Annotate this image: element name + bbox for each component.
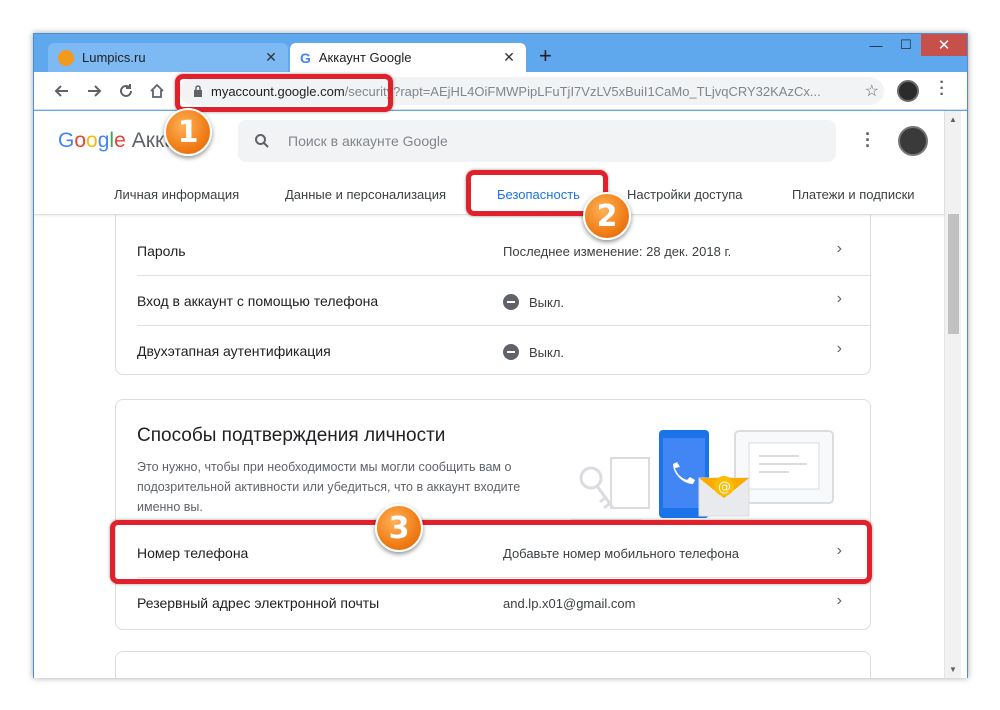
bookmark-star-icon[interactable]: ☆ [865, 81, 879, 101]
search-placeholder: Поиск в аккаунте Google [288, 133, 448, 149]
chevron-right-icon: › [836, 240, 842, 257]
orange-favicon-icon [58, 49, 74, 66]
svg-text:@: @ [718, 480, 731, 495]
highlight-address [175, 74, 393, 112]
off-status-icon [503, 344, 519, 360]
highlight-phone-row [110, 520, 872, 584]
address-path: /security?rapt=AEjHL4OiFMWPipLFuTjI7VzLV… [344, 83, 821, 99]
tab-lumpics[interactable]: Lumpics.ru ✕ [48, 43, 288, 72]
tab-title: Аккаунт Google [318, 50, 412, 65]
scrollbar-thumb[interactable] [948, 214, 959, 334]
browser-toolbar: myaccount.google.com/security?rapt=AEjHL… [34, 72, 967, 110]
chevron-right-icon: › [836, 592, 842, 609]
tab-payments[interactable]: Платежи и подписки [792, 187, 915, 202]
profile-avatar[interactable] [897, 80, 919, 102]
window-close-icon[interactable]: ✕ [921, 34, 967, 56]
card-title: Способы подтверждения личности [137, 425, 446, 446]
forward-arrow-icon[interactable] [82, 79, 106, 103]
row-label: Вход в аккаунт с помощью телефона [137, 293, 379, 309]
chevron-right-icon: › [836, 290, 842, 307]
chevron-right-icon: › [836, 340, 842, 357]
close-icon[interactable]: ✕ [502, 49, 516, 66]
list-item-password[interactable]: Пароль Последнее изменение: 28 дек. 2018… [116, 226, 870, 276]
home-icon[interactable] [145, 79, 169, 103]
tab-strip: Lumpics.ru ✕ G Аккаунт Google ✕ + — ☐ ✕ [34, 34, 967, 72]
verification-illustration: @ [571, 430, 834, 521]
browser-menu-icon[interactable]: · · · [939, 75, 945, 103]
step-badge-3: 3 [375, 504, 423, 552]
next-card [115, 651, 871, 678]
new-tab-button[interactable]: + [539, 45, 552, 67]
list-item-recovery-email[interactable]: Резервный адрес электронной почты and.lp… [116, 578, 870, 628]
scrollbar[interactable]: ▲ ▼ [944, 111, 961, 678]
row-value: Последнее изменение: 28 дек. 2018 г. [503, 244, 732, 259]
tab-data-personalization[interactable]: Данные и персонализация [285, 187, 446, 202]
off-status-icon [503, 294, 519, 310]
row-value: and.lp.x01@gmail.com [503, 596, 636, 611]
scroll-up-icon[interactable]: ▲ [949, 115, 957, 124]
apps-menu-icon[interactable]: · · · [865, 125, 871, 155]
row-value: Выкл. [503, 344, 564, 360]
list-item-2fa[interactable]: Двухэтапная аутентификация Выкл. › [116, 326, 870, 376]
close-icon[interactable]: ✕ [264, 49, 278, 66]
list-item-phone-signin[interactable]: Вход в аккаунт с помощью телефона Выкл. … [116, 276, 870, 326]
scroll-down-icon[interactable]: ▼ [949, 665, 957, 674]
account-avatar[interactable] [898, 126, 928, 156]
minimize-icon[interactable]: — [861, 34, 891, 56]
card-description: Это нужно, чтобы при необходимости мы мо… [137, 460, 521, 514]
row-label: Двухэтапная аутентификация [137, 343, 331, 359]
row-value: Выкл. [503, 294, 564, 310]
tab-title: Lumpics.ru [82, 50, 146, 65]
search-icon [255, 134, 269, 148]
step-badge-1: 1 [164, 108, 212, 156]
maximize-icon[interactable]: ☐ [891, 34, 921, 56]
tab-personal-info[interactable]: Личная информация [114, 187, 239, 202]
row-label: Резервный адрес электронной почты [137, 595, 380, 611]
google-favicon-icon: G [300, 49, 311, 66]
step-badge-2: 2 [583, 192, 631, 240]
row-label: Пароль [137, 243, 186, 259]
verification-card: Способы подтверждения личности Это нужно… [115, 399, 871, 630]
reload-icon[interactable] [114, 79, 138, 103]
account-search[interactable]: Поиск в аккаунте Google [238, 120, 836, 162]
tab-sharing[interactable]: Настройки доступа [627, 187, 743, 202]
tab-google-account[interactable]: G Аккаунт Google ✕ [290, 43, 526, 72]
back-arrow-icon[interactable] [50, 79, 74, 103]
